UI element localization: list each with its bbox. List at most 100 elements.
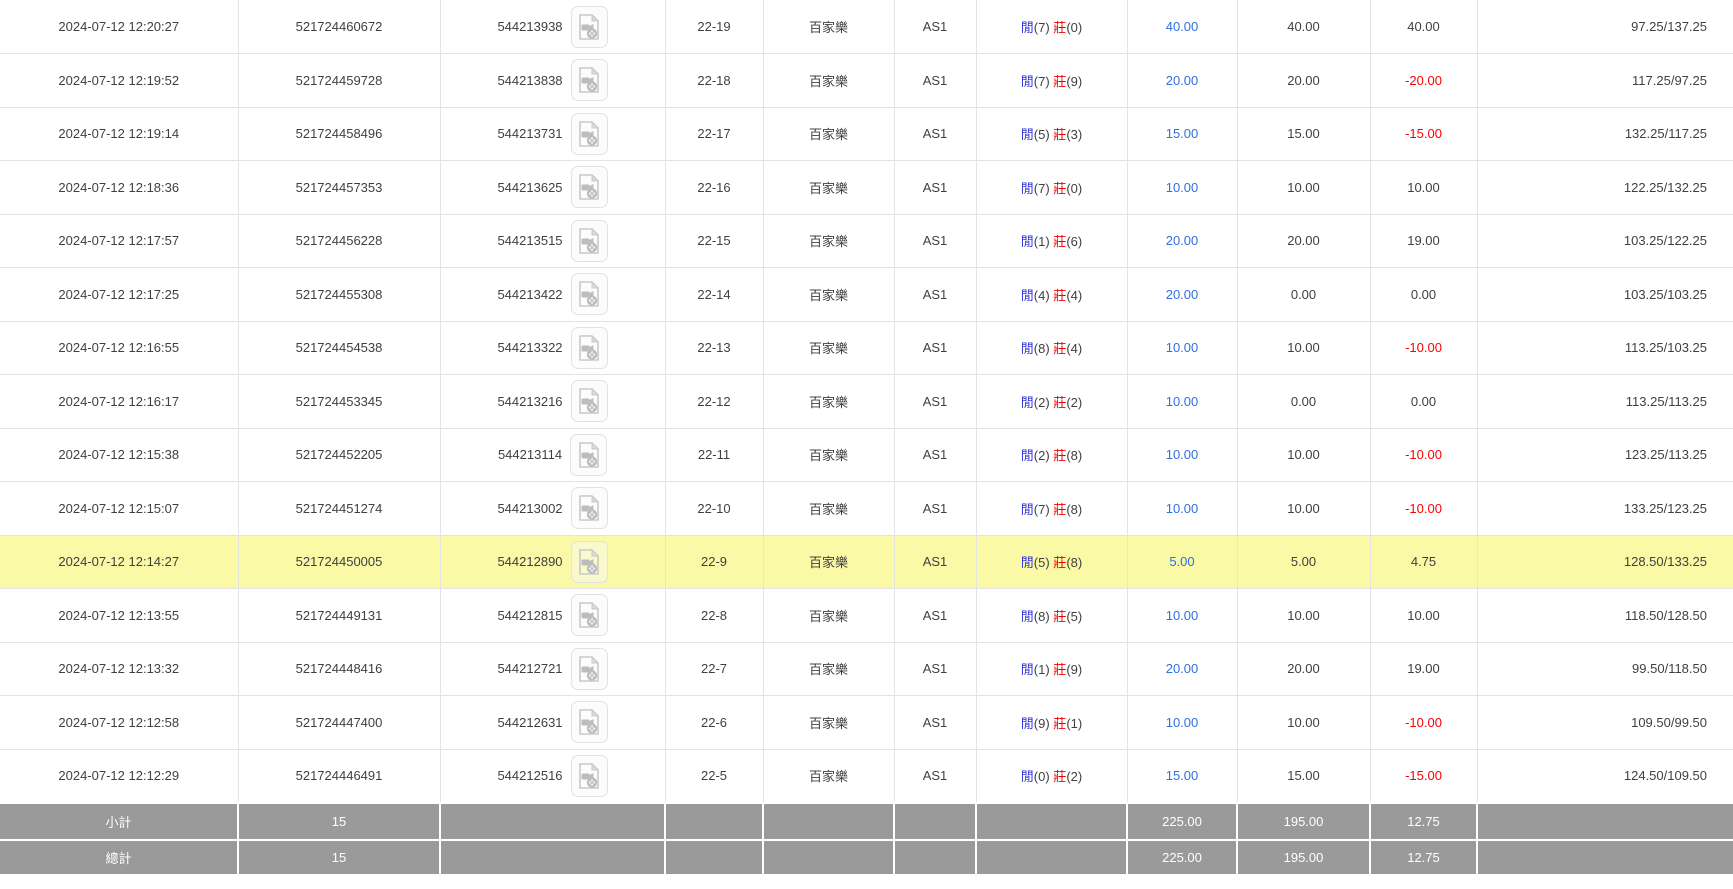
video-replay-button[interactable] <box>571 327 608 369</box>
video-file-icon <box>577 227 601 255</box>
table-name: AS1 <box>923 715 948 730</box>
valid-amount: 10.00 <box>1287 501 1320 516</box>
balance-cell: 103.25/103.25 <box>1477 268 1733 322</box>
bet-time: 2024-07-12 12:17:57 <box>58 233 179 248</box>
video-replay-button[interactable] <box>571 166 608 208</box>
game-type-cell: 百家樂 <box>763 428 894 482</box>
video-replay-button[interactable] <box>571 701 608 743</box>
valid-amount: 10.00 <box>1287 608 1320 623</box>
ref-no-cell: 521724452205 <box>238 428 440 482</box>
valid-amount-cell: 15.00 <box>1237 107 1370 161</box>
table-name-cell: AS1 <box>894 482 976 536</box>
player-points: (7) <box>1034 20 1054 35</box>
win-loss-amount: -15.00 <box>1405 126 1442 141</box>
video-replay-button[interactable] <box>571 594 608 636</box>
bet-amount: 10.00 <box>1166 180 1199 195</box>
table-name: AS1 <box>923 180 948 195</box>
game-no: 544212631 <box>497 715 562 730</box>
result-cell: 閒(2) 莊(8) <box>976 428 1127 482</box>
banker-points: (6) <box>1066 234 1082 249</box>
bet-time-cell: 2024-07-12 12:12:29 <box>0 749 238 803</box>
round-cell: 22-13 <box>665 321 763 375</box>
win-loss-amount: -10.00 <box>1405 447 1442 462</box>
player-points: (4) <box>1034 288 1054 303</box>
game-type: 百家樂 <box>809 555 848 570</box>
table-row[interactable]: 2024-07-12 12:14:27 521724450005 5442128… <box>0 535 1733 589</box>
video-replay-button[interactable] <box>571 273 608 315</box>
banker-points: (4) <box>1066 288 1082 303</box>
bet-amount: 10.00 <box>1166 501 1199 516</box>
table-row[interactable]: 2024-07-12 12:19:52 521724459728 5442138… <box>0 54 1733 108</box>
banker-label: 莊 <box>1053 395 1066 410</box>
balance-cell: 113.25/113.25 <box>1477 375 1733 429</box>
table-row[interactable]: 2024-07-12 12:18:36 521724457353 5442136… <box>0 161 1733 215</box>
table-row[interactable]: 2024-07-12 12:16:17 521724453345 5442132… <box>0 375 1733 429</box>
table-row[interactable]: 2024-07-12 12:19:14 521724458496 5442137… <box>0 107 1733 161</box>
bet-time: 2024-07-12 12:17:25 <box>58 287 179 302</box>
video-replay-button[interactable] <box>571 755 608 797</box>
round-no: 22-13 <box>697 340 730 355</box>
valid-amount: 15.00 <box>1287 126 1320 141</box>
video-replay-button[interactable] <box>571 220 608 262</box>
video-replay-button[interactable] <box>571 487 608 529</box>
ref-no-cell: 521724447400 <box>238 696 440 750</box>
table-footer: 小計 15 225.00 195.00 12.75 總計 15 225.00 1… <box>0 803 1733 875</box>
video-replay-button[interactable] <box>571 541 608 583</box>
table-row[interactable]: 2024-07-12 12:15:07 521724451274 5442130… <box>0 482 1733 536</box>
result-cell: 閒(9) 莊(1) <box>976 696 1127 750</box>
table-row[interactable]: 2024-07-12 12:13:55 521724449131 5442128… <box>0 589 1733 643</box>
win-loss-amount: 0.00 <box>1411 287 1436 302</box>
video-replay-button[interactable] <box>570 434 607 476</box>
video-replay-button[interactable] <box>571 648 608 690</box>
result-cell: 閒(7) 莊(8) <box>976 482 1127 536</box>
table-row[interactable]: 2024-07-12 12:12:58 521724447400 5442126… <box>0 696 1733 750</box>
game-type: 百家樂 <box>809 74 848 89</box>
video-file-icon <box>577 280 601 308</box>
banker-label: 莊 <box>1053 288 1066 303</box>
valid-amount: 15.00 <box>1287 768 1320 783</box>
game-type-cell: 百家樂 <box>763 375 894 429</box>
round-no: 22-15 <box>697 233 730 248</box>
bet-amount-cell: 40.00 <box>1127 0 1237 54</box>
bet-time-cell: 2024-07-12 12:18:36 <box>0 161 238 215</box>
video-replay-button[interactable] <box>571 380 608 422</box>
win-loss-cell: -10.00 <box>1370 321 1477 375</box>
table-row[interactable]: 2024-07-12 12:12:29 521724446491 5442125… <box>0 749 1733 803</box>
balance: 113.25/113.25 <box>1626 394 1707 409</box>
table-name-cell: AS1 <box>894 214 976 268</box>
video-replay-button[interactable] <box>571 113 608 155</box>
subtotal-valid: 195.00 <box>1284 814 1324 829</box>
win-loss-cell: 40.00 <box>1370 0 1477 54</box>
subtotal-label-cell: 小計 <box>0 803 238 840</box>
bet-amount-cell: 15.00 <box>1127 749 1237 803</box>
video-replay-button[interactable] <box>571 59 608 101</box>
bet-time: 2024-07-12 12:12:29 <box>58 768 179 783</box>
game-type: 百家樂 <box>809 181 848 196</box>
banker-label: 莊 <box>1053 234 1066 249</box>
bet-amount-cell: 10.00 <box>1127 161 1237 215</box>
balance-cell: 124.50/109.50 <box>1477 749 1733 803</box>
table-row[interactable]: 2024-07-12 12:13:32 521724448416 5442127… <box>0 642 1733 696</box>
subtotal-bet: 225.00 <box>1162 814 1202 829</box>
table-row[interactable]: 2024-07-12 12:16:55 521724454538 5442133… <box>0 321 1733 375</box>
player-points: (5) <box>1034 127 1054 142</box>
banker-label: 莊 <box>1053 448 1066 463</box>
bet-time: 2024-07-12 12:18:36 <box>58 180 179 195</box>
table-row[interactable]: 2024-07-12 12:17:25 521724455308 5442134… <box>0 268 1733 322</box>
bet-time: 2024-07-12 12:16:17 <box>58 394 179 409</box>
result-cell: 閒(0) 莊(2) <box>976 749 1127 803</box>
table-row[interactable]: 2024-07-12 12:17:57 521724456228 5442135… <box>0 214 1733 268</box>
game-no: 544213625 <box>497 180 562 195</box>
game-no: 544213422 <box>497 287 562 302</box>
grandtotal-bet: 225.00 <box>1162 850 1202 865</box>
table-row[interactable]: 2024-07-12 12:20:27 521724460672 5442139… <box>0 0 1733 54</box>
ref-no-cell: 521724460672 <box>238 0 440 54</box>
table-name: AS1 <box>923 233 948 248</box>
table-row[interactable]: 2024-07-12 12:15:38 521724452205 5442131… <box>0 428 1733 482</box>
game-type-cell: 百家樂 <box>763 54 894 108</box>
ref-no: 521724452205 <box>296 447 383 462</box>
video-replay-button[interactable] <box>571 6 608 48</box>
balance: 132.25/117.25 <box>1625 126 1707 141</box>
table-name-cell: AS1 <box>894 321 976 375</box>
round-no: 22-11 <box>698 447 730 462</box>
